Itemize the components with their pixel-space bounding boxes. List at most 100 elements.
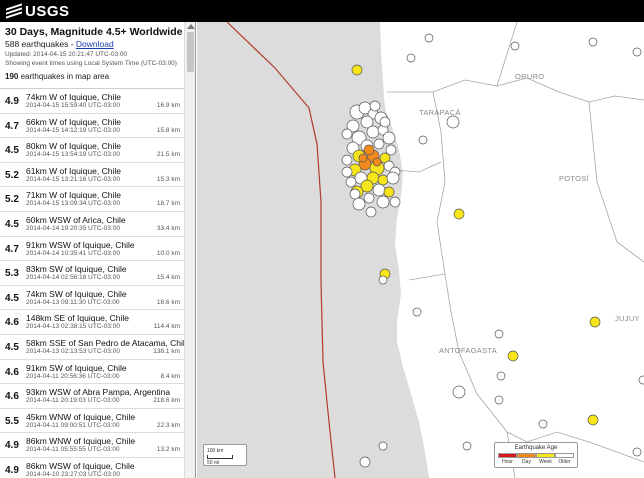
earthquake-marker[interactable] — [452, 385, 466, 399]
earthquake-marker[interactable] — [538, 419, 548, 429]
earthquake-marker[interactable] — [363, 192, 375, 204]
earthquake-marker[interactable] — [341, 166, 353, 178]
earthquake-marker[interactable] — [496, 371, 506, 381]
earthquake-list-item[interactable]: 5.5 45km WNW of Iquique, Chile 2014-04-11 … — [0, 409, 184, 434]
map-canvas[interactable] — [197, 22, 644, 478]
earthquake-marker[interactable] — [366, 125, 380, 139]
earthquake-marker[interactable] — [365, 206, 377, 218]
eq-time: 2014-04-15 13:09:34 UTC-03:00 — [26, 200, 120, 208]
label-antofagasta: ANTOFAGASTA — [439, 346, 498, 355]
earthquake-marker[interactable] — [352, 197, 366, 211]
legend-title: Earthquake Age — [514, 445, 558, 451]
earthquake-marker[interactable] — [373, 138, 385, 150]
usgs-wave-icon — [6, 3, 22, 19]
usgs-logo[interactable]: USGS — [6, 3, 70, 20]
earthquake-marker[interactable] — [341, 154, 353, 166]
earthquake-marker[interactable] — [351, 64, 363, 76]
earthquake-list-item[interactable]: 4.7 91km WSW of Iquique, Chile 2014-04-14 … — [0, 237, 184, 262]
earthquake-marker[interactable] — [494, 329, 504, 339]
earthquake-marker[interactable] — [376, 195, 390, 209]
eq-place: 91km SW of Iquique, Chile — [26, 362, 127, 373]
earthquake-marker[interactable] — [378, 441, 388, 451]
earthquake-marker[interactable] — [412, 307, 422, 317]
earthquake-marker[interactable] — [378, 275, 388, 285]
earthquake-marker[interactable] — [632, 447, 642, 457]
eq-magnitude: 5.2 — [5, 169, 19, 181]
earthquake-marker[interactable] — [424, 33, 434, 43]
scroll-up-arrow-icon[interactable] — [187, 24, 195, 29]
earthquake-list-item[interactable]: 4.9 86km WSW of Iquique, Chile 2014-04-10 … — [0, 458, 184, 478]
earthquake-list-item[interactable]: 4.9 86km WNW of Iquique, Chile 2014-04-11 … — [0, 433, 184, 458]
updated-time: Updated: 2014-04-15 20:21:47 UTC-03:00 — [5, 51, 128, 58]
earthquake-marker[interactable] — [359, 456, 371, 468]
earthquake-marker[interactable] — [587, 414, 599, 426]
eq-depth: 22.3 km — [156, 421, 180, 429]
feed-title: 30 Days, Magnitude 4.5+ Worldwide — [5, 26, 183, 38]
earthquake-marker[interactable] — [383, 186, 395, 198]
eq-depth: 10.0 km — [156, 249, 180, 257]
earthquake-marker[interactable] — [418, 135, 428, 145]
earthquake-marker[interactable] — [632, 47, 642, 57]
earthquake-map[interactable]: ORURO TARAPACÁ POTOSÍ ANTOFAGASTA JUJUY … — [197, 22, 644, 478]
land-mass — [380, 22, 644, 478]
earthquake-list-item[interactable]: 5.2 71km W of Iquique, Chile 2014-04-15 13… — [0, 187, 184, 212]
earthquake-marker[interactable] — [363, 144, 375, 156]
earthquake-marker[interactable] — [588, 37, 598, 47]
feed-count: 588 earthquakes - Download — [5, 39, 184, 50]
earthquake-marker[interactable] — [372, 183, 386, 197]
earthquake-list-item[interactable]: 4.9 74km W of Iquique, Chile 2014-04-15 15… — [0, 89, 184, 114]
legend-label: Day — [522, 459, 531, 465]
earthquake-marker[interactable] — [494, 395, 504, 405]
earthquake-list-item[interactable]: 5.2 61km W of Iquique, Chile 2014-04-15 13… — [0, 163, 184, 188]
earthquake-marker[interactable] — [369, 100, 381, 112]
sidebar-scrollbar[interactable] — [184, 22, 195, 478]
eq-magnitude: 4.5 — [5, 145, 19, 157]
eq-magnitude: 4.7 — [5, 243, 19, 255]
eq-depth: 15.3 km — [156, 175, 180, 183]
earthquake-list-item[interactable]: 4.6 91km SW of Iquique, Chile 2014-04-11 2… — [0, 360, 184, 385]
eq-depth: 21.5 km — [156, 151, 180, 159]
earthquake-marker[interactable] — [446, 115, 460, 129]
earthquake-list-item[interactable]: 4.7 66km W of Iquique, Chile 2014-04-15 14… — [0, 114, 184, 139]
earthquake-marker[interactable] — [345, 176, 357, 188]
earthquake-marker[interactable] — [510, 41, 520, 51]
earthquake-marker[interactable] — [638, 375, 644, 385]
legend-label: Hour — [502, 459, 513, 465]
earthquake-list-item[interactable]: 4.6 93km WSW of Abra Pampa, Argentina 2014… — [0, 384, 184, 409]
legend-color-bar — [498, 453, 574, 458]
eq-magnitude: 4.9 — [5, 96, 19, 107]
eq-place: 91km WSW of Iquique, Chile — [26, 239, 135, 250]
scroll-thumb[interactable] — [187, 32, 194, 72]
download-link[interactable]: Download — [76, 39, 114, 49]
eq-time: 2014-04-13 02:38:15 UTC-03:00 — [26, 323, 120, 331]
earthquake-list-item[interactable]: 4.5 80km W of Iquique, Chile 2014-04-15 13… — [0, 138, 184, 163]
eq-time: 2014-04-15 14:12:19 UTC-03:00 — [26, 126, 120, 134]
earthquake-list-item[interactable]: 4.5 74km SW of Iquique, Chile 2014-04-13 0… — [0, 286, 184, 311]
earthquake-marker[interactable] — [386, 171, 400, 185]
earthquake-marker[interactable] — [589, 316, 601, 328]
earthquake-list-item[interactable]: 4.5 60km WSW of Arica, Chile 2014-04-14 19… — [0, 212, 184, 237]
eq-magnitude: 4.6 — [5, 366, 19, 378]
earthquake-marker[interactable] — [406, 53, 416, 63]
earthquake-marker[interactable] — [453, 208, 465, 220]
earthquake-marker[interactable] — [507, 350, 519, 362]
earthquake-marker[interactable] — [349, 188, 361, 200]
earthquake-marker[interactable] — [377, 174, 389, 186]
earthquake-marker[interactable] — [379, 116, 391, 128]
earthquake-marker[interactable] — [382, 131, 396, 145]
map-scale: 100 km 50 mi — [203, 444, 247, 466]
earthquake-marker[interactable] — [372, 157, 382, 167]
eq-depth: 8.4 km — [160, 372, 180, 380]
earthquake-marker[interactable] — [389, 196, 401, 208]
eq-magnitude: 4.5 — [5, 341, 19, 353]
eq-place: 71km W of Iquique, Chile — [26, 190, 121, 201]
earthquake-marker[interactable] — [462, 441, 472, 451]
earthquake-marker[interactable] — [341, 128, 353, 140]
earthquake-list-item[interactable]: 5.3 83km SW of Iquique, Chile 2014-04-14 0… — [0, 261, 184, 286]
earthquake-list-item[interactable]: 4.5 58km SSE of San Pedro de Atacama, Chi… — [0, 335, 184, 360]
eq-place: 86km WSW of Iquique, Chile — [26, 460, 135, 471]
earthquake-list-item[interactable]: 4.6 148km SE of Iquique, Chile 2014-04-13 … — [0, 310, 184, 335]
logo-text: USGS — [25, 2, 70, 20]
earthquake-marker[interactable] — [358, 153, 368, 163]
eq-time: 2014-04-11 20:19:03 UTC-03:00 — [26, 397, 120, 405]
